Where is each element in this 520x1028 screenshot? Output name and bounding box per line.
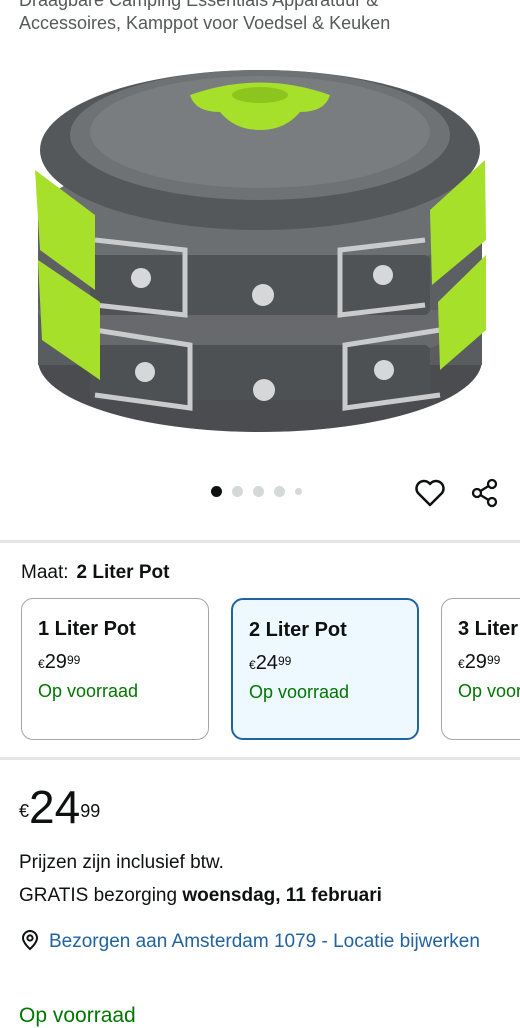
- size-option-stock: Op voorraad: [38, 681, 139, 701]
- divider: [0, 540, 520, 543]
- carousel-dot-1[interactable]: [211, 486, 222, 497]
- carousel-dot-3[interactable]: [253, 486, 264, 497]
- carousel-dot-5[interactable]: [295, 488, 302, 495]
- size-option-1-liter[interactable]: 1 Liter Pot €2999 Op voorraad: [21, 598, 209, 740]
- carousel-dot-4[interactable]: [274, 486, 285, 497]
- size-option-3-liter[interactable]: 3 Liter Pot €2999 Op voorraad: [441, 598, 520, 740]
- size-selected-value: 2 Liter Pot: [76, 562, 170, 583]
- share-button[interactable]: [468, 476, 502, 510]
- main-price: €2499: [19, 781, 101, 833]
- size-option-name: 1 Liter Pot: [38, 618, 136, 640]
- size-option-price: €2999: [38, 651, 81, 673]
- tax-note: Prijzen zijn inclusief btw.: [19, 852, 224, 873]
- size-option-name: 2 Liter Pot: [249, 619, 347, 641]
- carousel-dot-2[interactable]: [232, 486, 243, 497]
- size-option-price: €2999: [458, 651, 501, 673]
- location-pin-icon: [21, 929, 39, 951]
- size-option-price: €2499: [249, 652, 292, 674]
- product-title-line-1: Draagbare Camping Essentials Apparatuur …: [19, 0, 379, 10]
- size-selection: Maat: 2 Liter Pot: [21, 562, 169, 584]
- size-option-2-liter[interactable]: 2 Liter Pot €2499 Op voorraad: [231, 598, 419, 740]
- delivery-location-link[interactable]: Bezorgen aan Amsterdam 1079 - Locatie bi…: [49, 928, 489, 955]
- favorite-button[interactable]: [413, 476, 447, 510]
- availability-status: Op voorraad: [19, 1004, 136, 1027]
- size-option-name: 3 Liter Pot: [458, 618, 520, 640]
- divider: [0, 757, 520, 760]
- product-title-line-2: Accessoires, Kamppot voor Voedsel & Keuk…: [19, 13, 391, 33]
- size-option-stock: Op voorraad: [458, 681, 520, 701]
- size-label: Maat:: [21, 562, 69, 583]
- product-image[interactable]: [0, 40, 520, 460]
- delivery-info: GRATIS bezorging woensdag, 11 februari: [19, 885, 382, 906]
- carousel-dots[interactable]: [211, 486, 302, 497]
- size-option-stock: Op voorraad: [249, 682, 350, 702]
- heart-icon: [415, 479, 445, 507]
- share-icon: [471, 478, 498, 508]
